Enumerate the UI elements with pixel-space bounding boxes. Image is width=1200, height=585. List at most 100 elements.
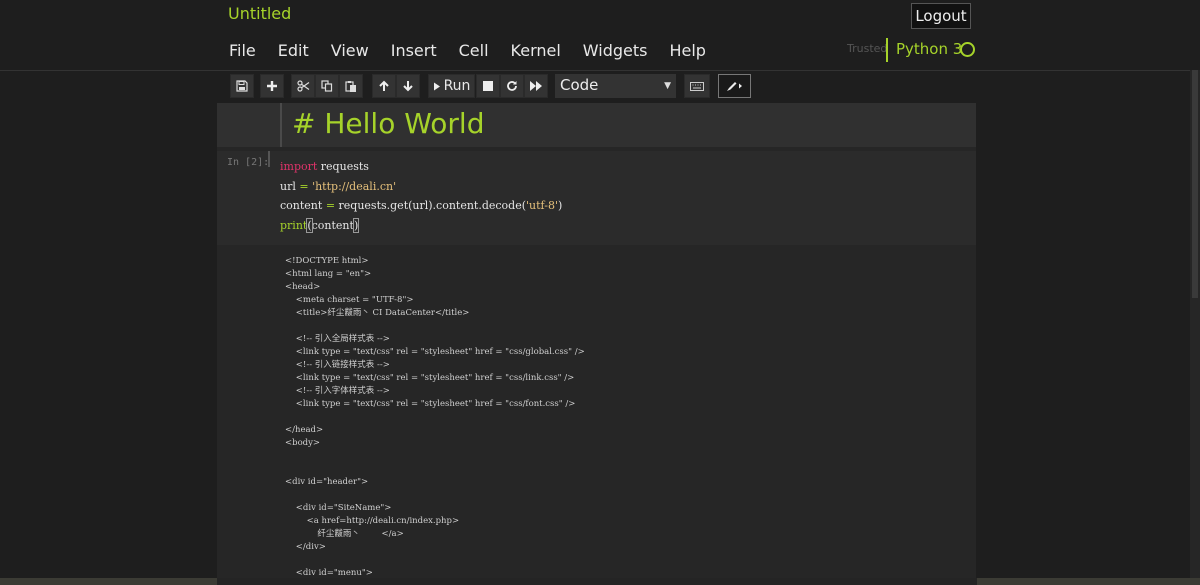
output-line: <div id="header"> — [285, 477, 369, 487]
code-text: requests.get(url).content.decode( — [335, 199, 527, 212]
menu-help[interactable]: Help — [669, 41, 705, 61]
code-line: content = requests.get(url).content.deco… — [280, 196, 562, 216]
save-icon — [236, 80, 248, 92]
chevron-down-icon: ▼ — [664, 81, 671, 91]
code-text: content — [311, 218, 354, 232]
arrow-down-icon — [402, 80, 414, 92]
trusted-indicator[interactable]: Trusted — [847, 42, 887, 55]
restart-button[interactable] — [500, 74, 524, 98]
arrow-up-icon — [378, 80, 390, 92]
menu-file[interactable]: File — [229, 41, 256, 61]
menu-kernel[interactable]: Kernel — [511, 41, 561, 61]
notebook-title[interactable]: Untitled — [228, 4, 291, 23]
run-label: Run — [443, 78, 471, 94]
code-text: ) — [557, 199, 563, 212]
code-builtin: print — [280, 218, 308, 232]
restart-run-all-button[interactable] — [524, 74, 548, 98]
menubar: File Edit View Insert Cell Kernel Widget… — [229, 41, 728, 61]
input-prompt: In [2]: — [227, 157, 270, 168]
code-keyword: import — [280, 160, 318, 173]
menu-view[interactable]: View — [331, 41, 369, 61]
header-divider — [0, 70, 1190, 71]
cell-type-select[interactable]: Code ▼ — [555, 74, 676, 98]
move-down-button[interactable] — [396, 74, 420, 98]
logout-button[interactable]: Logout — [911, 3, 971, 29]
menu-edit[interactable]: Edit — [278, 41, 309, 61]
output-line: <title>纤尘黻雨丶 CI DataCenter</title> — [285, 308, 470, 318]
code-operator: = — [325, 199, 336, 212]
toggle-edit-button[interactable] — [718, 74, 751, 98]
vertical-scrollbar[interactable] — [1190, 70, 1200, 578]
output-line: </div> — [285, 542, 326, 552]
output-line: <a href=http://deali.cn/index.php> — [285, 516, 460, 526]
output-line: </head> — [285, 425, 324, 435]
stop-icon — [483, 81, 493, 91]
output-line: <meta charset = "UTF-8"> — [285, 295, 414, 305]
output-line: <link type = "text/css" rel = "styleshee… — [285, 399, 576, 409]
output-line: <body> — [285, 438, 321, 448]
code-cell[interactable]: In [2]: import requests url = 'http://de… — [217, 151, 976, 245]
run-button[interactable]: Run — [428, 74, 475, 98]
markdown-heading: # Hello World — [292, 107, 485, 140]
save-button[interactable] — [230, 74, 254, 98]
command-palette-button[interactable] — [684, 74, 710, 98]
edit-icon — [726, 80, 744, 92]
code-text: url — [280, 179, 300, 193]
cut-button[interactable] — [291, 74, 315, 98]
cell-type-value: Code — [560, 76, 599, 94]
code-string: 'utf-8' — [526, 199, 558, 212]
output-line: <link type = "text/css" rel = "styleshee… — [285, 347, 585, 357]
menu-insert[interactable]: Insert — [391, 41, 437, 61]
kernel-idle-icon — [960, 42, 975, 57]
interrupt-button[interactable] — [476, 74, 500, 98]
markdown-cell[interactable]: # Hello World — [217, 103, 976, 147]
kernel-name[interactable]: Python 3 — [896, 40, 962, 58]
code-line: url = 'http://deali.cn' — [280, 177, 562, 197]
output-line: 纤尘黻雨丶 </a> — [285, 529, 404, 539]
cell-input-border — [280, 103, 282, 147]
output-line: <div id="SiteName"> — [285, 503, 392, 513]
output-line: <!-- 引入字体样式表 --> — [285, 386, 390, 396]
cell-output: <!DOCTYPE html> <html lang = "en"> <head> … — [285, 255, 585, 580]
kernel-separator — [886, 38, 888, 62]
copy-icon — [321, 80, 333, 92]
output-line: <!-- 引入链接样式表 --> — [285, 360, 390, 370]
paste-button[interactable] — [339, 74, 363, 98]
run-icon — [433, 82, 441, 91]
code-operator: = — [299, 179, 309, 193]
code-editor[interactable]: import requests url = 'http://deali.cn' … — [280, 157, 562, 235]
fast-forward-icon — [529, 81, 543, 91]
output-line: <html lang = "en"> — [285, 269, 372, 279]
code-text: content — [280, 199, 326, 212]
code-string: 'http://deali.cn' — [312, 179, 397, 193]
notebook-container: # Hello World In [2]: import requests ur… — [217, 103, 976, 585]
code-line: import requests — [280, 157, 562, 177]
output-line: <!-- 引入全局样式表 --> — [285, 334, 390, 344]
plus-icon — [266, 80, 278, 92]
cell-input-border — [268, 151, 270, 167]
output-line: <!DOCTYPE html> — [285, 256, 369, 266]
copy-button[interactable] — [315, 74, 339, 98]
menu-widgets[interactable]: Widgets — [583, 41, 648, 61]
restart-icon — [506, 80, 518, 92]
output-line: <link type = "text/css" rel = "styleshee… — [285, 373, 575, 383]
insert-cell-button[interactable] — [260, 74, 284, 98]
move-up-button[interactable] — [372, 74, 396, 98]
output-line: <head> — [285, 282, 321, 292]
scrollbar-thumb[interactable] — [217, 578, 977, 585]
keyboard-icon — [690, 81, 704, 91]
scrollbar-thumb[interactable] — [1192, 70, 1198, 298]
notebook-header: Untitled Logout File Edit View Insert Ce… — [0, 0, 1200, 70]
code-text: requests — [317, 160, 369, 173]
horizontal-scrollbar[interactable] — [0, 578, 1200, 585]
code-paren: ) — [352, 217, 360, 233]
cut-icon — [296, 80, 310, 92]
paste-icon — [345, 80, 357, 93]
menu-cell[interactable]: Cell — [459, 41, 489, 61]
